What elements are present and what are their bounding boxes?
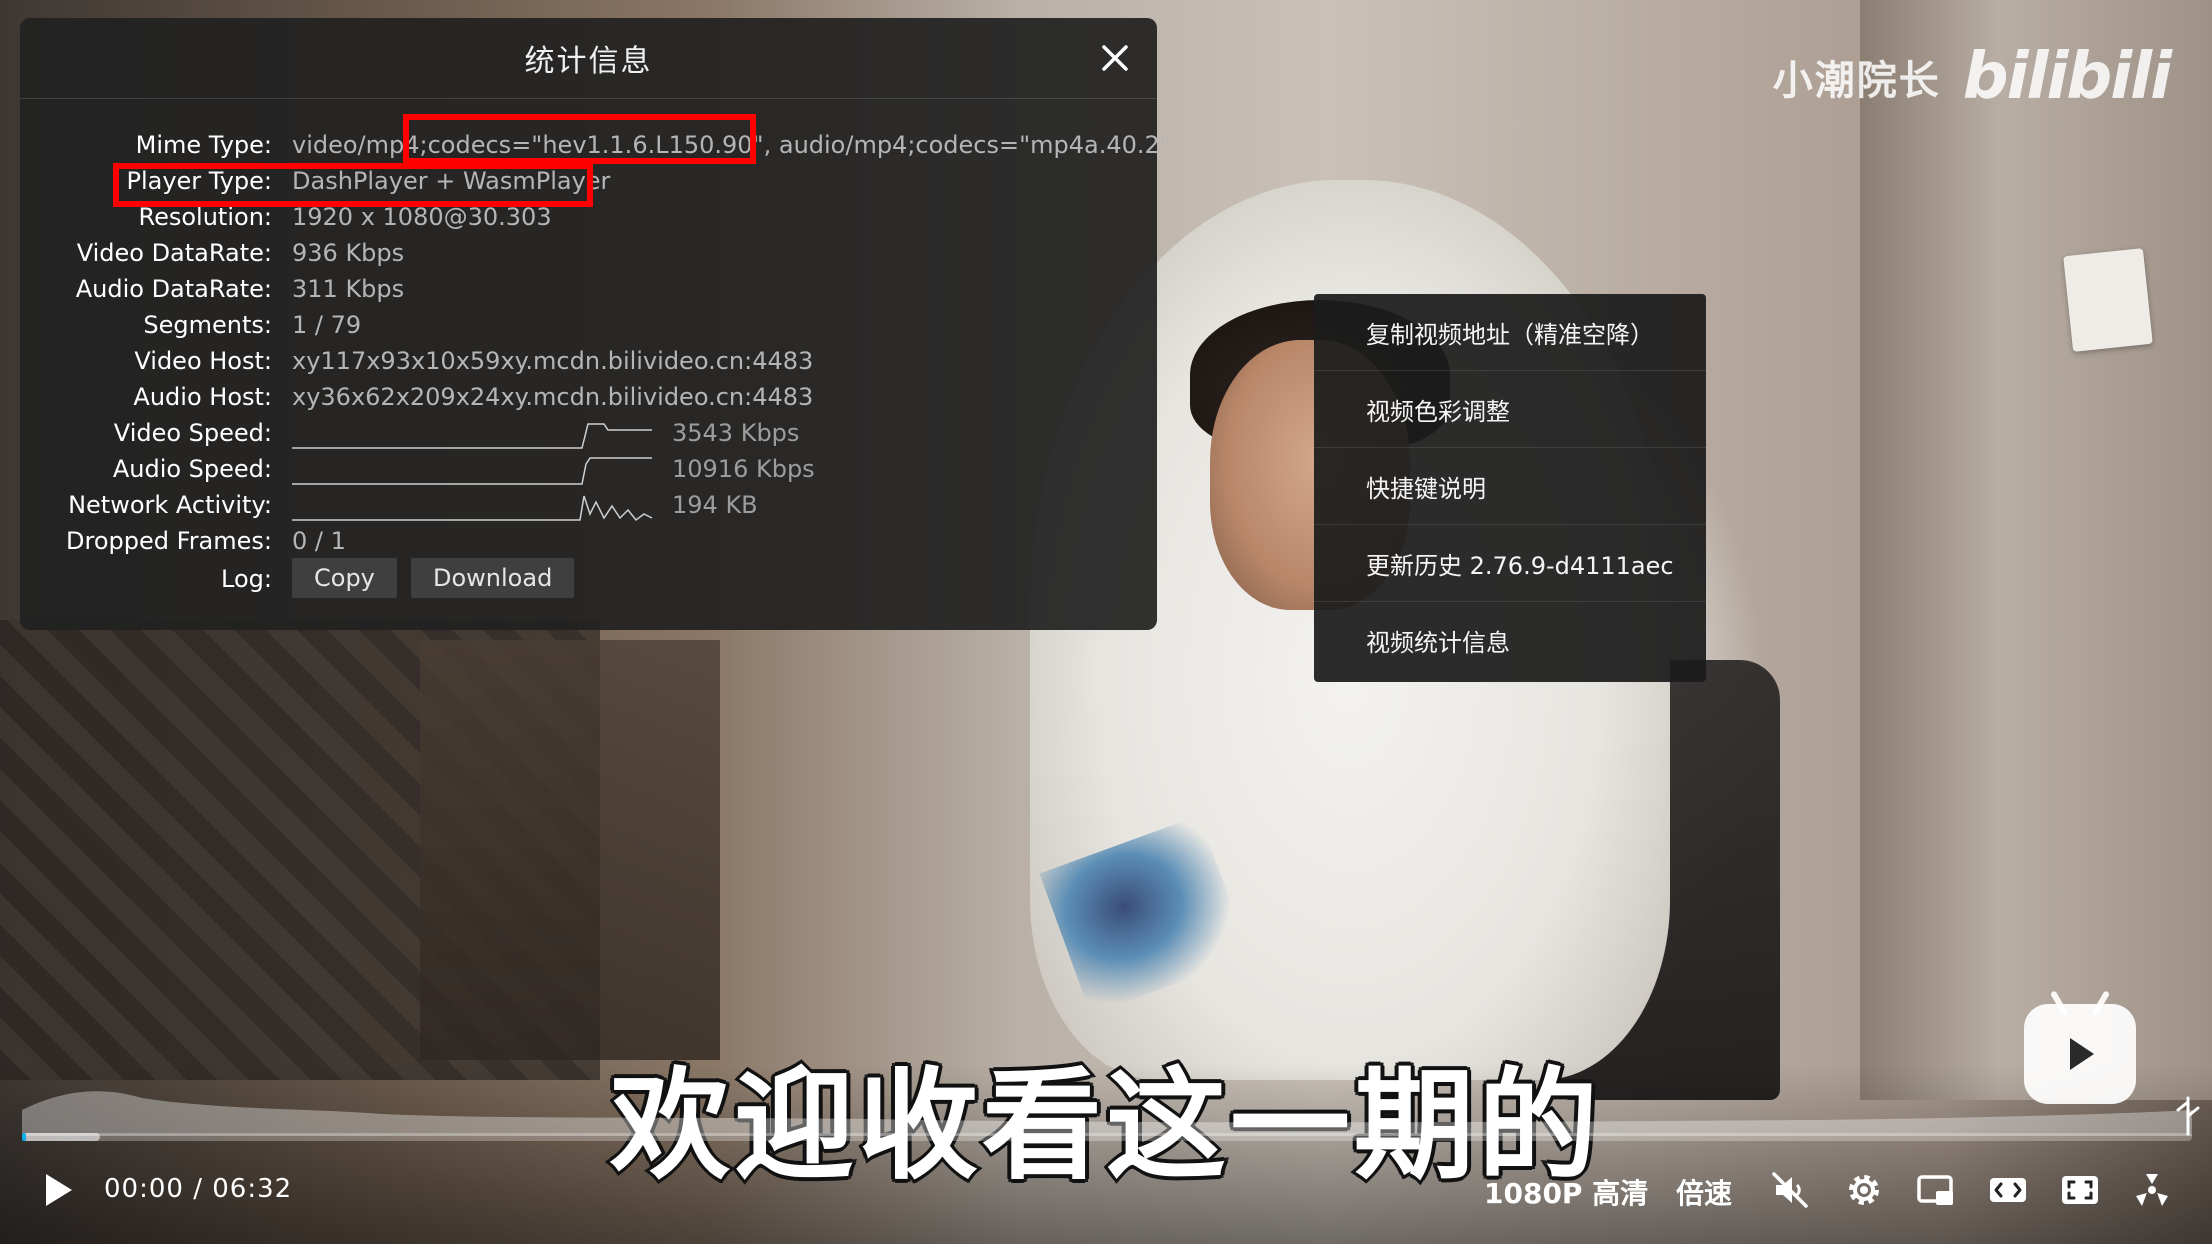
- context-menu: 复制视频地址（精准空降） 视频色彩调整 快捷键说明 更新历史 2.76.9-d4…: [1314, 294, 1706, 682]
- web-fullscreen-icon: [2062, 1176, 2098, 1204]
- play-icon: [46, 1174, 72, 1206]
- stats-row-dropped-frames: Dropped Frames: 0 / 1: [20, 524, 1157, 558]
- duration: 06:32: [212, 1174, 293, 1204]
- stats-label: Log:: [221, 565, 272, 593]
- widescreen-button[interactable]: [1988, 1170, 2028, 1210]
- stats-value: DashPlayer + WasmPlayer: [292, 167, 611, 195]
- settings-button[interactable]: [1844, 1170, 1884, 1210]
- close-icon: [1102, 45, 1128, 71]
- stats-row-network-activity: Network Activity: 194 KB: [20, 488, 1157, 522]
- video-speed-graph: [292, 416, 652, 450]
- stats-label: Video DataRate:: [76, 239, 272, 267]
- progress-buffered: [22, 1133, 101, 1141]
- time-separator: /: [193, 1174, 203, 1204]
- settings-icon: [1849, 1175, 1879, 1205]
- menu-item-video-stats[interactable]: 视频统计信息: [1314, 602, 1706, 679]
- background-door: [1860, 0, 2212, 1100]
- time-display: 00:00 / 06:32: [104, 1174, 292, 1204]
- quality-selector[interactable]: 1080P 高清: [1484, 1172, 1648, 1212]
- copy-log-button[interactable]: Copy: [292, 558, 397, 598]
- web-fullscreen-button[interactable]: [2060, 1170, 2100, 1210]
- speed-selector[interactable]: 倍速: [1676, 1172, 1732, 1212]
- background-shelf: [420, 640, 720, 1060]
- network-activity-graph: [292, 488, 653, 522]
- stats-row-audio-speed: Audio Speed: 10916 Kbps: [20, 452, 1157, 486]
- progress-bar[interactable]: [22, 1133, 2192, 1141]
- stats-row-video-datarate: Video DataRate: 936 Kbps: [20, 236, 1157, 270]
- stats-value: 311 Kbps: [292, 275, 405, 303]
- close-button[interactable]: [1097, 40, 1133, 76]
- progress-played: [22, 1133, 27, 1141]
- stats-row-player-type: Player Type: DashPlayer + WasmPlayer: [20, 164, 1157, 198]
- stats-value: xy117x93x10x59xy.mcdn.bilivideo.cn:4483: [292, 347, 814, 375]
- control-bar: 00:00 / 06:32 1080P 高清 倍速: [0, 1160, 2212, 1224]
- stats-label: Resolution:: [138, 203, 273, 231]
- stats-label: Audio Host:: [133, 383, 272, 411]
- menu-item-color-adjust[interactable]: 视频色彩调整: [1314, 371, 1706, 448]
- current-time: 00:00: [104, 1174, 184, 1204]
- stats-row-audio-host: Audio Host: xy36x62x209x24xy.mcdn.bilivi…: [20, 380, 1157, 414]
- stats-row-video-host: Video Host: xy117x93x10x59xy.mcdn.bilivi…: [20, 344, 1157, 378]
- stats-label: Dropped Frames:: [66, 527, 272, 555]
- stats-panel: 统计信息 Mime Type: video/mp4;codecs="hev1.1…: [20, 18, 1171, 630]
- stats-label: Video Speed:: [113, 419, 272, 447]
- pip-icon: [1917, 1175, 1953, 1205]
- menu-item-update-history[interactable]: 更新历史 2.76.9-d4111aec: [1314, 525, 1706, 602]
- stats-row-log: Log: Copy Download: [20, 558, 1157, 598]
- background-switch: [2063, 248, 2153, 352]
- stats-row-audio-datarate: Audio DataRate: 311 Kbps: [20, 272, 1157, 306]
- stats-value: 1 / 79: [292, 311, 362, 339]
- stats-row-resolution: Resolution: 1920 x 1080@30.303: [20, 200, 1157, 234]
- stats-label: Audio DataRate:: [75, 275, 272, 303]
- stats-label: Segments:: [143, 311, 272, 339]
- watermark-brand: bilibili: [1962, 40, 2172, 114]
- menu-item-shortcuts[interactable]: 快捷键说明: [1314, 448, 1706, 525]
- stats-row-mime: Mime Type: video/mp4;codecs="hev1.1.6.L1…: [20, 128, 1171, 162]
- audio-speed-graph: [292, 452, 652, 486]
- stats-label: Network Activity:: [68, 491, 272, 519]
- stats-value: video/mp4;codecs="hev1.1.6.L150.90", aud…: [292, 131, 1171, 159]
- stats-value: 194 KB: [672, 491, 758, 519]
- stats-label: Mime Type:: [135, 131, 272, 159]
- fullscreen-icon: [2136, 1174, 2168, 1206]
- watermark-uploader: 小潮院长: [1772, 58, 1941, 104]
- stats-row-video-speed: Video Speed: 3543 Kbps: [20, 416, 1157, 450]
- mute-icon: [1772, 1172, 1808, 1208]
- stats-title: 统计信息: [524, 44, 653, 79]
- download-log-button[interactable]: Download: [411, 558, 575, 598]
- mascot-tv-icon: [2070, 1038, 2094, 1070]
- menu-item-copy-url[interactable]: 复制视频地址（精准空降）: [1314, 294, 1706, 371]
- stats-label: Player Type:: [126, 167, 272, 195]
- stats-value: 3543 Kbps: [672, 419, 800, 447]
- stats-value: xy36x62x209x24xy.mcdn.bilivideo.cn:4483: [292, 383, 814, 411]
- fullscreen-button[interactable]: [2132, 1170, 2172, 1210]
- stats-value: 936 Kbps: [292, 239, 405, 267]
- stats-value: 0 / 1: [292, 527, 346, 555]
- stats-label: Audio Speed:: [112, 455, 272, 483]
- stats-value: 10916 Kbps: [672, 455, 815, 483]
- mute-button[interactable]: [1770, 1170, 1810, 1210]
- heat-waveform: [22, 1091, 2192, 1136]
- pip-button[interactable]: [1916, 1170, 1956, 1210]
- progress-marker-icon: [2176, 1096, 2200, 1136]
- stats-row-segments: Segments: 1 / 79: [20, 308, 1157, 342]
- play-button[interactable]: [38, 1170, 78, 1210]
- stats-label: Video Host:: [134, 347, 272, 375]
- stats-value: 1920 x 1080@30.303: [292, 203, 552, 231]
- video-watermark: 小潮院长 bilibili: [1772, 40, 2172, 114]
- stats-header: 统计信息: [20, 18, 1157, 99]
- widescreen-icon: [1990, 1178, 2026, 1202]
